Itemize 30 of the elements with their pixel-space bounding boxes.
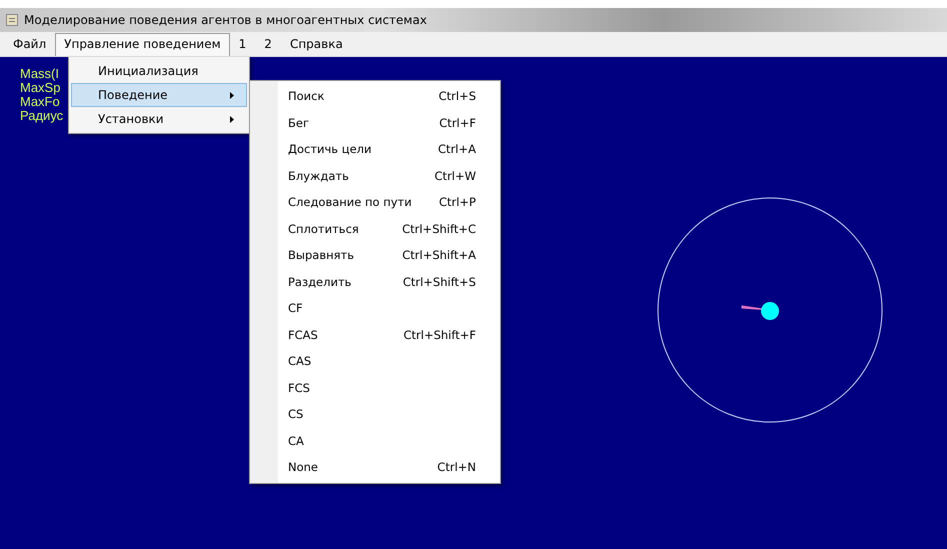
parameter-text: Радиус (20, 109, 64, 123)
menu-item[interactable]: Файл (4, 33, 56, 56)
menu-item[interactable]: Справка (280, 33, 352, 56)
agent-drawing (742, 302, 779, 320)
menu-item[interactable]: CA (250, 428, 500, 454)
menu-item[interactable]: None Ctrl+N (250, 454, 500, 480)
parameter-text: MaxSp (20, 81, 60, 95)
menu-item[interactable]: Блуждать Ctrl+W (250, 162, 500, 189)
menu-item[interactable]: Бег Ctrl+F (250, 110, 500, 136)
app-icon (6, 14, 18, 26)
menu-item[interactable]: 2 (255, 33, 281, 56)
menu-item[interactable]: Установки (71, 107, 247, 131)
parameter-text: Mass(I (20, 67, 59, 81)
menu-item[interactable]: Разделить Ctrl+Shift+S (250, 268, 500, 295)
window-title: Моделирование поведения агентов в многоагентных системах (24, 13, 427, 27)
menu-item[interactable]: FCAS Ctrl+Shift+F (250, 322, 500, 348)
menu-item[interactable]: CF (250, 295, 500, 322)
menu-item[interactable]: Управление поведением (55, 33, 230, 56)
menu-item[interactable]: CS (250, 401, 500, 428)
menu-item[interactable]: FCS (250, 374, 500, 401)
menu-item[interactable]: 1 (230, 33, 256, 56)
menu-item[interactable]: Инициализация (71, 59, 247, 83)
menu-item[interactable]: Поиск Ctrl+S (250, 83, 500, 110)
menu-item[interactable]: Поведение (71, 83, 247, 107)
menu-item[interactable]: Выравнять Ctrl+Shift+A (250, 242, 500, 268)
menu-item[interactable]: Достичь цели Ctrl+A (250, 136, 500, 162)
menu-item[interactable]: Сплотиться Ctrl+Shift+C (250, 216, 500, 242)
menu-item[interactable]: Следование по пути Ctrl+P (250, 189, 500, 216)
parameter-text: MaxFo (20, 95, 60, 109)
menu-item[interactable]: CAS (250, 348, 500, 374)
